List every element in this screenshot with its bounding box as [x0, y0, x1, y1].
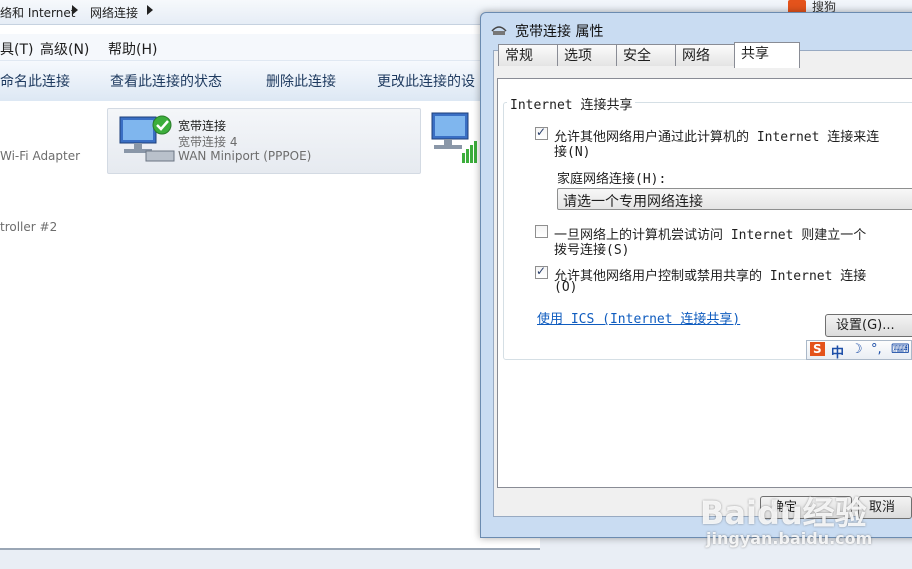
connection-device: WAN Miniport (PPPOE) — [178, 149, 312, 163]
allow-control-label-1[interactable]: 允许其他网络用户控制或禁用共享的 Internet 连接 — [554, 265, 866, 284]
tab-sharing[interactable]: 共享 — [734, 42, 800, 68]
baidu-watermark-url: jingyan.baidu.com — [706, 529, 873, 548]
allow-sharing-label-1[interactable]: 允许其他网络用户通过此计算机的 Internet 连接来连 — [554, 126, 879, 145]
broadband-connection-tile[interactable]: 宽带连接 宽带连接 4 WAN Miniport (PPPOE) — [107, 108, 421, 174]
tab-general[interactable]: 常规 — [498, 44, 558, 66]
menu-help[interactable]: 帮助(H) — [108, 39, 157, 59]
network-adapter-icon — [119, 115, 175, 162]
dial-on-demand-checkbox[interactable] — [535, 225, 548, 238]
home-network-label: 家庭网络连接(H): — [557, 172, 667, 187]
breadcrumb-arrow-icon[interactable] — [147, 5, 153, 15]
ics-group-title: Internet 连接共享 — [507, 94, 636, 113]
breadcrumb-network-connections[interactable]: 网络连接 — [90, 4, 138, 21]
home-network-select-value: 请选一个专用网络连接 — [563, 194, 703, 210]
home-network-select[interactable]: 请选一个专用网络连接 — [557, 188, 912, 210]
menu-advanced[interactable]: 高级(N) — [40, 39, 89, 59]
dial-on-demand-label-2[interactable]: 拨号连接(S) — [554, 239, 629, 258]
network-connections-window: 络和 Internet 网络连接 具(T) 高级(N) 帮助(H) 命名此连接 … — [0, 0, 540, 550]
breadcrumb-arrow-icon[interactable] — [72, 5, 78, 15]
punctuation-icon[interactable]: °, — [871, 342, 882, 357]
baidu-watermark: Baidu经验 — [700, 494, 867, 532]
wifi-adapter-label: Wi-Fi Adapter — [0, 149, 81, 163]
ics-help-link[interactable]: 使用 ICS (Internet 连接共享) — [537, 308, 740, 327]
menu-bar: 具(T) 高级(N) 帮助(H) — [0, 34, 540, 60]
sogou-logo-icon[interactable]: S — [810, 342, 825, 356]
keyboard-icon[interactable]: ⌨ — [891, 342, 910, 357]
moon-icon[interactable]: ☽ — [851, 342, 863, 357]
allow-control-label-2[interactable]: (O) — [554, 280, 577, 295]
allow-sharing-checkbox[interactable] — [535, 125, 548, 140]
connection-subtitle: 宽带连接 4 — [178, 135, 238, 149]
breadcrumb-network-internet[interactable]: 络和 Internet — [0, 4, 75, 21]
ime-chinese-mode[interactable]: 中 — [831, 342, 844, 361]
connections-list: Wi-Fi Adapter troller #2 宽带连接 宽带连接 4 WAN… — [0, 101, 540, 546]
rename-connection-button[interactable]: 命名此连接 — [0, 71, 70, 91]
change-settings-button[interactable]: 更改此连接的设 — [377, 71, 475, 91]
command-bar: 命名此连接 查看此连接的状态 删除此连接 更改此连接的设 — [0, 60, 540, 102]
settings-button[interactable]: 设置(G)... — [825, 314, 912, 337]
allow-sharing-label-2[interactable]: 接(N) — [554, 141, 590, 160]
tab-network[interactable]: 网络 — [675, 44, 735, 66]
ime-toolbar: S 中 ☽ °, ⌨ — [806, 340, 912, 361]
menu-tools[interactable]: 具(T) — [0, 39, 33, 59]
tab-options[interactable]: 选项 — [557, 44, 617, 66]
allow-control-checkbox[interactable] — [535, 264, 548, 279]
network-adapter-icon[interactable] — [430, 109, 480, 165]
delete-connection-button[interactable]: 删除此连接 — [266, 71, 336, 91]
broadband-icon — [491, 26, 507, 35]
dialog-title: 宽带连接 属性 — [515, 24, 604, 40]
controller-label: troller #2 — [0, 220, 58, 234]
view-status-button[interactable]: 查看此连接的状态 — [110, 71, 222, 91]
address-bar[interactable]: 络和 Internet 网络连接 — [0, 0, 540, 25]
tab-security[interactable]: 安全 — [616, 44, 676, 66]
connection-name: 宽带连接 — [178, 119, 227, 133]
